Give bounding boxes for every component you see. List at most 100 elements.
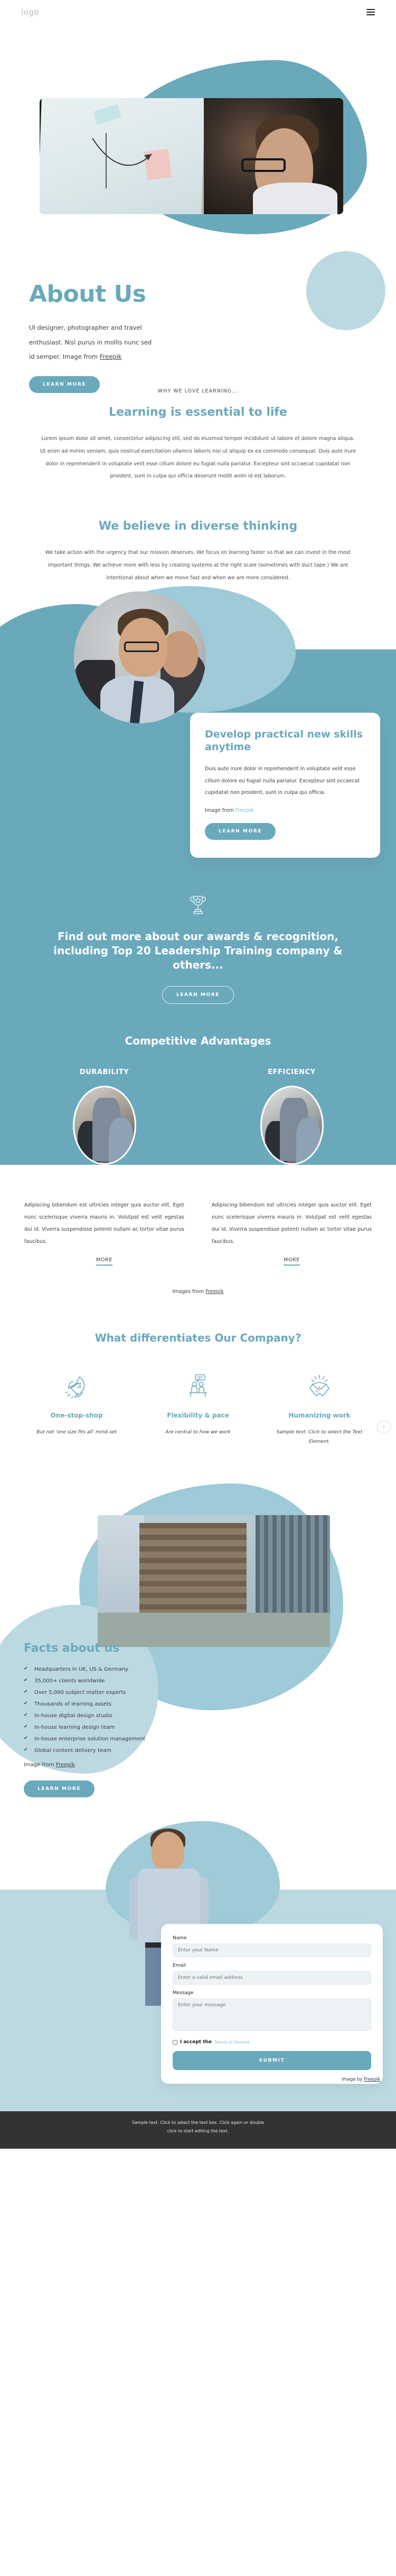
advantage-heading-durability: DURABILITY [79, 1068, 129, 1077]
advantages-credit-prefix: Images from [172, 1289, 206, 1295]
hamburger-menu-icon[interactable] [366, 9, 375, 15]
fact-item: Over 5,000 subject matter experts [24, 1690, 198, 1696]
email-label: Email [173, 1963, 186, 1969]
terms-checkbox[interactable] [173, 2039, 177, 2045]
differentiator-flexibility-pace: Flexibility & pace Are central to how we… [137, 1371, 259, 1447]
page-title: About Us [29, 281, 146, 308]
rocket-icon [23, 1371, 130, 1403]
whiteboard-arrow-icon [92, 133, 152, 188]
hero-section: About Us UI designer, photographer and t… [0, 24, 396, 393]
develop-learn-more-button[interactable]: LEARN MORE [205, 823, 276, 840]
differentiates-title: What differentiates Our Company? [95, 1332, 301, 1345]
trophy-icon [190, 896, 206, 914]
contact-freepik-link[interactable]: Freepik [364, 2077, 380, 2082]
advantages-title: Competitive Advantages [125, 1035, 271, 1048]
fact-item: In-house learning design team [24, 1725, 198, 1730]
contact-credit-prefix: Image by [341, 2077, 364, 2083]
awards-learn-more-button[interactable]: LEARN MORE [162, 986, 234, 1004]
desk-chat-icon [145, 1371, 251, 1403]
band-circle-photo-businessmen [74, 591, 206, 724]
facts-copy: Facts about us Headquarters in UK, US & … [24, 1642, 198, 1798]
hero-learn-more-button[interactable]: LEARN MORE [29, 376, 100, 393]
site-footer: Sample text. Click to select the text bo… [0, 2111, 396, 2149]
advantage-column-efficiency: EFFICIENCY [209, 1068, 375, 1165]
fact-item: In-house enterprise solution management [24, 1736, 198, 1742]
message-textarea[interactable] [173, 1998, 371, 2032]
advantages-text-columns: Adipiscing bibendum est ultricies intege… [21, 1165, 375, 1266]
develop-card-body: Duis aute irure dolor in reprehenderit i… [205, 765, 360, 796]
hero-copy: About Us UI designer, photographer and t… [29, 283, 203, 393]
facts-section: Facts about us Headquarters in UK, US & … [0, 1483, 396, 1811]
facts-freepik-link[interactable]: Freepik [56, 1762, 75, 1768]
diverse-body: We take action with the urgency that our… [45, 550, 351, 581]
logo[interactable]: logo [21, 7, 39, 17]
terms-of-service-link[interactable]: Terms of Service [214, 2039, 250, 2045]
hero-circle-decoration [306, 251, 385, 330]
advantage-column-durability: DURABILITY [21, 1068, 187, 1165]
hero-freepik-link[interactable]: Freepik [100, 353, 122, 360]
advantages-credit: Images from Freepik [21, 1289, 375, 1295]
fact-item: 35,000+ clients worldwide [24, 1678, 198, 1684]
develop-credit-prefix: Image from [205, 808, 235, 814]
name-label: Name [173, 1936, 187, 1941]
differentiator-humanizing-work: Humanizing work Sample text. Click to se… [259, 1371, 380, 1447]
advantage-more-link-durability[interactable]: MORE [96, 1257, 112, 1266]
develop-card-credit: Image from Freepik [205, 808, 365, 813]
differentiator-one-stop-shop: One-stop-shop But not ‘one size fits all… [16, 1371, 137, 1447]
advantages-section: Competitive Advantages DURABILITY EFFICI… [0, 1004, 396, 1165]
chevron-right-icon[interactable]: › [377, 1420, 391, 1434]
name-field-group: Name [173, 1936, 371, 1958]
differentiator-heading-2: Humanizing work [288, 1412, 351, 1420]
differentiator-heading-1: Flexibility & pace [167, 1412, 229, 1420]
terms-text: I accept the [180, 2039, 212, 2045]
awards-section: Find out more about our awards & recogni… [0, 858, 396, 1004]
message-field-group: Message [173, 1990, 371, 2034]
teal-band: Develop practical new skills anytime Dui… [0, 586, 396, 1165]
contact-credit: Image by Freepik [342, 2077, 380, 2082]
advantage-more-link-efficiency[interactable]: MORE [284, 1257, 300, 1266]
advantages-freepik-link[interactable]: Freepik [205, 1289, 223, 1295]
site-header: logo [0, 0, 396, 24]
message-label: Message [173, 1990, 194, 1996]
advantage-image-durability [72, 1086, 136, 1165]
email-field-group: Email [173, 1963, 371, 1985]
hero-line-2: enthusiast. Nisl purus in mollis nunc se… [29, 338, 152, 346]
facts-title: Facts about us [24, 1642, 120, 1655]
contact-section: Name Email Message I accept the Terms of… [0, 1811, 396, 2112]
facts-credit: Image from Freepik [24, 1762, 198, 1768]
differentiates-section: What differentiates Our Company? One-sto… [0, 1295, 396, 1447]
differentiates-columns: One-stop-shop But not ‘one size fits all… [16, 1371, 380, 1447]
facts-learn-more-button[interactable]: LEARN MORE [24, 1780, 95, 1798]
differentiator-body-1: Are central to how we work [165, 1430, 231, 1435]
differentiator-heading-0: One-stop-shop [50, 1412, 103, 1420]
page-root: logo About Us UI designer, photographer … [0, 0, 396, 2149]
fact-item: Thousands of learning assets [24, 1701, 198, 1707]
hero-image-whiteboard-presenter [40, 98, 343, 214]
learning-title: Learning is essential to life [109, 406, 287, 419]
email-input[interactable] [173, 1971, 371, 1985]
facts-list: Headquarters in UK, US & Germany 35,000+… [24, 1667, 198, 1754]
advantages-body-area: Adipiscing bibendum est ultricies intege… [0, 1165, 396, 1295]
awards-title: Find out more about our awards & recogni… [53, 930, 343, 972]
advantage-text-efficiency: Adipiscing bibendum est ultricies intege… [209, 1165, 375, 1266]
advantage-text-durability: Adipiscing bibendum est ultricies intege… [21, 1165, 187, 1266]
handshake-icon [266, 1371, 373, 1403]
hero-description: UI designer, photographer and travel ent… [29, 321, 156, 365]
footer-line-2: click to start editing the text. [167, 2128, 229, 2133]
learning-body: Lorem ipsum dolor sit amet, consectetur … [40, 436, 356, 480]
advantage-image-efficiency [260, 1086, 324, 1165]
advantage-body-efficiency: Adipiscing bibendum est ultricies intege… [212, 1202, 372, 1244]
submit-button[interactable]: SUBMIT [173, 2051, 371, 2071]
diverse-title: We believe in diverse thinking [98, 520, 298, 533]
differentiator-body-2: Sample text. Click to select the Text El… [276, 1430, 363, 1445]
band-top-decoration [0, 586, 396, 724]
name-input[interactable] [173, 1943, 371, 1958]
facts-credit-prefix: Image from [24, 1762, 56, 1768]
differentiator-body-0: But not ‘one size fits all’ mind-set [36, 1430, 117, 1435]
develop-freepik-link[interactable]: Freepik [235, 808, 253, 813]
fact-item: In-house digital design studio [24, 1713, 198, 1719]
develop-card-title: Develop practical new skills anytime [205, 729, 363, 753]
advantage-heading-efficiency: EFFICIENCY [268, 1068, 316, 1077]
hero-line-1: UI designer, photographer and travel [29, 324, 142, 331]
footer-line-1: Sample text. Click to select the text bo… [132, 2120, 264, 2125]
